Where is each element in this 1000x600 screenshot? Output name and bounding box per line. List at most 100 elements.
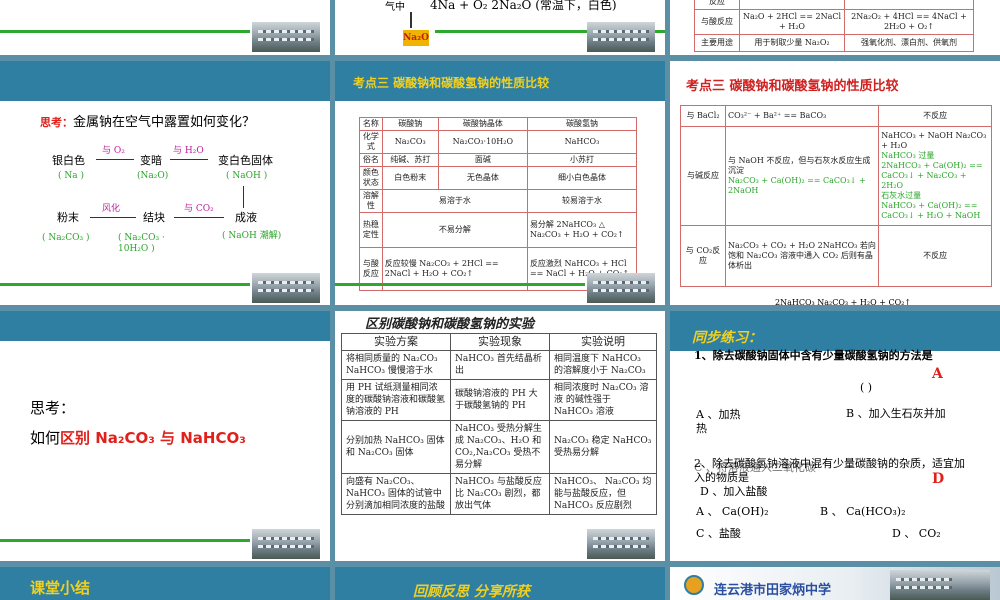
table-cell: Na₂CO₃ 稳定 NaHCO₃ 受热易分解 [549, 420, 657, 474]
arrow-label-co2: 与 CO₂ [184, 204, 214, 214]
table-cell: 与 NaOH 不反应，但与石灰水反应生成沉淀 Na₂CO₃ + Ca(OH)₂ … [724, 126, 880, 226]
slide-summary: 课堂小结 [0, 567, 330, 600]
table-cell: 小苏打 [526, 153, 638, 167]
slide-title: 考点三 碳酸钠和碳酸氢钠的性质比较 [353, 76, 550, 90]
cell-line: 2NaHCO₃ + Ca(OH)₂ == CaCO₃↓ + Na₂CO₃ + 2… [881, 161, 983, 190]
table-cell: 相同温度下 NaHCO₃ 的溶解度小于 Na₂CO₃ [549, 350, 657, 380]
table-cell: 与碱反应 [680, 126, 726, 226]
cell-line: NaHCO₃ + NaOH Na₂CO₃ + H₂O [881, 131, 987, 150]
table-row: 溶解性 易溶于水 较易溶于水 [359, 189, 638, 213]
table-row: 颜色状态 白色粉末 无色晶体 细小白色晶体 [359, 166, 638, 190]
slide-think: 思考： 如何区别 Na₂CO₃ 与 NaHCO₃ [0, 311, 330, 561]
table-cell: 与 BaCl₂ [680, 105, 726, 127]
arrow-right-icon [96, 159, 134, 160]
table-row: 用 PH 试纸测量相同浓度的碳酸钠溶液和碳酸氢钠溶液的 PH 碳酸钠溶液的 PH… [341, 379, 657, 421]
table-cell: 不反应 [878, 105, 992, 127]
table-cell: 与酸反应 [694, 9, 740, 35]
table-cell: NaHCO₃ 首先结晶析出 [450, 350, 550, 380]
table-row: 向盛有 Na₂CO₃、NaHCO₃ 固体的试管中分别滴加相同浓度的盐酸 NaHC… [341, 473, 657, 515]
q2-answer: D [932, 471, 945, 487]
arrow-label-weathering: 风化 [102, 204, 121, 214]
table-header-row: 名称 碳酸钠 碳酸钠晶体 碳酸氢钠 [359, 117, 638, 131]
arrow-left-icon [174, 217, 224, 218]
table-cell: Na₂CO₃·10H₂O [437, 130, 528, 154]
node-silver: 银白色 [52, 154, 85, 167]
arrow-label-o2: 与 O₂ [102, 146, 125, 156]
table-cell: 无色晶体 [437, 166, 528, 190]
table-cell: 白色粉末 [381, 166, 439, 190]
gas-label: 气中 [385, 2, 405, 13]
q1-option-c-overlap: C 、将溶液通入二氧化碳 [694, 461, 816, 474]
q2-option-a: A 、 Ca(OH)₂ [696, 505, 769, 518]
table-cell: 热稳定性 [359, 212, 383, 248]
arrow-down-icon [410, 12, 412, 28]
table-header: 实验说明 [549, 333, 657, 351]
green-divider [335, 283, 585, 286]
node-white-solid: 变白色固体 [218, 154, 273, 167]
think-highlight: 区别 Na₂CO₃ 与 NaHCO₃ [60, 429, 246, 447]
table-cell: NaHCO₃、 Na₂CO₃ 均能与盐酸反应，但 NaHCO₃ 反应剧烈 [549, 473, 657, 515]
node-liquid-formula: ( NaOH 潮解) [222, 231, 282, 241]
think-heading: 思考： [30, 399, 76, 417]
node-dark-formula: (Na₂O) [137, 171, 169, 181]
slide-title: 区别碳酸钠和碳酸氢钠的实验 [365, 317, 535, 332]
node-powder: 粉末 [57, 211, 79, 224]
node-dark: 变暗 [140, 154, 162, 167]
table-cell: 主要用途 [694, 34, 740, 52]
table-cell: Na₂CO₃ [381, 130, 439, 154]
table-row: 与 CO₂反应 Na₂CO₃ + CO₂ + H₂O 2NaHCO₃ 若向饱和 … [680, 225, 992, 287]
table-cell: 碳酸钠溶液的 PH 大于碳酸氢钠的 PH [450, 379, 550, 421]
table-header: 碳酸钠 [381, 117, 439, 131]
green-divider [0, 539, 250, 542]
table-cell: Na₂O + 2HCl == 2NaCl + H₂O [739, 9, 845, 35]
table-cell: NaHCO₃ + NaOH Na₂CO₃ + H₂O NaHCO₃ 过量 2Na… [878, 126, 992, 226]
q2-option-c: C 、盐酸 [696, 527, 741, 540]
table-cell: 强氧化剂、漂白剂、供氧剂 [844, 34, 974, 52]
table-row: 反应 [694, 0, 974, 10]
slide-top-right: 反应 与酸反应 Na₂O + 2HCl == 2NaCl + H₂O 2Na₂O… [670, 0, 1000, 55]
school-building-image [252, 529, 320, 559]
reaction-text: 4Na + O₂ 2Na₂O (常温下，白色) [430, 0, 617, 12]
table-row: 分别加热 NaHCO₃ 固体和 Na₂CO₃ 固体 NaHCO₃ 受热分解生成 … [341, 420, 657, 474]
slide-banner [0, 311, 330, 341]
table-cell: NaHCO₃ 与盐酸反应比 Na₂CO₃ 剧烈，都放出气体 [450, 473, 550, 515]
experiment-table: 实验方案 实验现象 实验说明 将相同质量的 Na₂CO₃ NaHCO₃ 慢慢溶于… [341, 333, 657, 515]
q1-answer: A [932, 366, 943, 382]
table-row: 与 BaCl₂ CO₃²⁻ + Ba²⁺ == BaCO₃ 不反应 [680, 105, 992, 127]
school-logo-icon [684, 575, 704, 595]
table-row: 将相同质量的 Na₂CO₃ NaHCO₃ 慢慢溶于水 NaHCO₃ 首先结晶析出… [341, 350, 657, 380]
arrow-label-h2o: 与 H₂O [173, 146, 204, 156]
slide-experiments: 区别碳酸钠和碳酸氢钠的实验 实验方案 实验现象 实验说明 将相同质量的 Na₂C… [335, 311, 665, 561]
cell-line: NaHCO₃ 过量 [881, 151, 935, 160]
table-header: 实验现象 [450, 333, 550, 351]
school-building-image [587, 529, 655, 559]
node-white-formula: ( NaOH ) [226, 171, 268, 181]
table-cell: 用于制取少量 Na₂O₂ [739, 34, 845, 52]
table-row: 主要用途 用于制取少量 Na₂O₂ 强氧化剂、漂白剂、供氧剂 [694, 34, 974, 52]
table-header: 实验方案 [341, 333, 451, 351]
school-building-image [587, 273, 655, 303]
table-cell: 用 PH 试纸测量相同浓度的碳酸钠溶液和碳酸氢钠溶液的 PH [341, 379, 451, 421]
school-building-image [890, 570, 990, 600]
arrow-right-icon [170, 159, 208, 160]
table-row: 化学式 Na₂CO₃ Na₂CO₃·10H₂O NaHCO₃ [359, 130, 638, 154]
q1-option-b: B 、加入生石灰并加热 [696, 407, 946, 435]
slide-school: 连云港市田家炳中学 [670, 567, 1000, 600]
node-powder-formula: ( Na₂CO₃ ) [42, 233, 90, 243]
comparison-table-2: 与 BaCl₂ CO₃²⁻ + Ba²⁺ == BaCO₃ 不反应 与碱反应 与… [680, 105, 992, 287]
q2-option-b: B 、 Ca(HCO₃)₂ [820, 505, 906, 518]
school-name: 连云港市田家炳中学 [714, 583, 832, 598]
table-cell: 分别加热 NaHCO₃ 固体和 Na₂CO₃ 固体 [341, 420, 451, 474]
slide-comparison-2: 考点三 碳酸钠和碳酸氢钠的性质比较 与 BaCl₂ CO₃²⁻ + Ba²⁺ =… [670, 61, 1000, 305]
slide-comparison-1: 考点三 碳酸钠和碳酸氢钠的性质比较 名称 碳酸钠 碳酸钠晶体 碳酸氢钠 化学式 N… [335, 61, 665, 305]
table-cell: NaHCO₃ [526, 130, 638, 154]
slide-title: 同步练习： [692, 330, 762, 346]
table-row: 俗名 纯碱、苏打 面碱 小苏打 [359, 153, 638, 167]
table-header-row: 实验方案 实验现象 实验说明 [341, 333, 657, 351]
table-cell: CO₃²⁻ + Ba²⁺ == BaCO₃ [724, 105, 880, 127]
slide-banner [0, 61, 330, 101]
cell-line: NaHCO₃ + Ca(OH)₂ == CaCO₃↓ + H₂O + NaOH [881, 201, 981, 220]
q2-option-d: D 、 CO₂ [892, 527, 941, 540]
node-lump-formula: ( Na₂CO₃ · 10H₂O ) [118, 233, 165, 254]
table-cell: 向盛有 Na₂CO₃、NaHCO₃ 固体的试管中分别滴加相同浓度的盐酸 [341, 473, 451, 515]
